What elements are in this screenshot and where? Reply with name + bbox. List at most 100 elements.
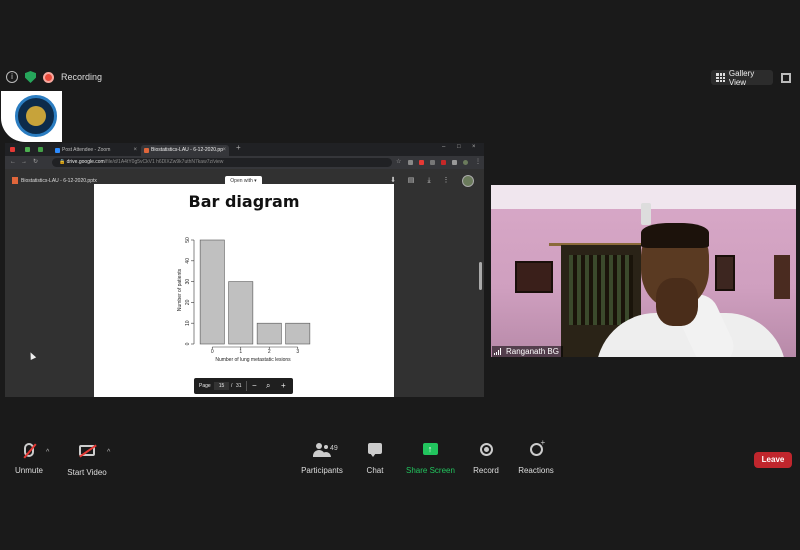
y-axis-label: Number of patients [177,268,183,311]
extension-icon[interactable] [419,160,424,165]
unmute-button[interactable]: Unmute [10,440,48,475]
url-path: /file/d/1A4tY0g5vCkV1 h6DlXZw9k7uthN7kaw… [104,159,224,165]
recording-label: Recording [61,72,103,82]
extension-icon[interactable] [408,160,413,165]
user-avatar[interactable] [462,175,474,187]
extension-icon[interactable] [452,160,457,165]
participants-button[interactable]: 49 Participants [300,440,344,475]
x-tick-label: 3 [296,349,299,355]
file-title: Biostatistics-LAU - 6-12-2020.pptx [12,177,97,184]
extension-icon[interactable] [430,160,435,165]
y-tick-label: 20 [185,299,191,305]
scrollbar-thumb[interactable] [479,262,482,290]
bar-1 [228,281,254,345]
zoom-in-icon[interactable]: + [281,378,286,394]
y-tick-label: 10 [185,320,191,326]
start-video-label: Start Video [67,468,107,477]
zoom-out-icon[interactable]: − [252,378,257,394]
participants-label: Participants [301,466,343,475]
unmute-label: Unmute [14,466,43,475]
y-tick-label: 30 [185,279,191,285]
gallery-view-button[interactable]: Gallery View [711,68,773,87]
reactions-icon [529,438,545,456]
bar-2 [256,322,282,345]
tab-label: Biostatistics-LAU - 6-12-2020.pp [151,147,223,153]
start-video-button[interactable]: Start Video [64,440,110,477]
window-close-icon[interactable]: × [472,144,476,151]
tab-label: Post Attendee - Zoom [62,147,111,153]
url-domain: drive.google.com [66,159,105,165]
apps-icon[interactable] [25,147,30,152]
maximize-icon[interactable]: □ [457,144,461,151]
mouse-cursor-icon [27,351,37,360]
page-navigation: Page 15 / 31 − ⌕ + [194,378,293,394]
download-icon[interactable]: ⤓ [425,177,433,185]
participants-count: 49 [330,445,338,452]
chart-bars [199,239,311,345]
participant-hand [656,278,698,326]
gallery-view-label: Gallery View [728,68,755,87]
close-icon[interactable]: × [133,145,137,156]
url-field[interactable]: 🔒 drive.google.com/file/d/1A4tY0g5vCkV1 … [52,158,392,167]
tab-biostatistics[interactable]: Biostatistics-LAU - 6-12-2020.pp × [141,145,229,156]
back-icon[interactable]: ← [10,159,16,166]
extension-icon[interactable] [441,160,446,165]
new-tab-icon[interactable]: + [236,144,241,152]
meeting-top-bar: i Recording Gallery View [0,68,800,88]
page-number-input[interactable]: 15 [214,382,229,390]
audio-options-chevron-up-icon[interactable]: ^ [46,449,49,456]
pager-divider [246,381,247,391]
recording-status: i Recording [6,71,102,83]
x-tick-label: 2 [268,349,271,355]
chat-button[interactable]: Chat [360,440,390,475]
tab-post-attendee[interactable]: Post Attendee - Zoom × [52,145,140,156]
record-icon [479,443,493,456]
reload-icon[interactable]: ↻ [33,159,38,166]
y-tick-label: 0 [185,342,191,345]
logo-seal [15,95,57,137]
minimize-icon[interactable]: – [442,144,445,151]
participant-figure [596,223,786,357]
reactions-button[interactable]: Reactions [516,438,556,475]
page-separator: / [231,383,233,389]
chat-label: Chat [366,466,384,475]
profile-icon[interactable] [463,160,468,165]
browser-address-bar: ← → ↻ 🔒 drive.google.com/file/d/1A4tY0g5… [5,156,484,169]
participant-video[interactable] [491,185,796,357]
bookmark-star-icon[interactable]: ☆ [396,159,401,166]
participants-icon [313,443,331,457]
menu-icon[interactable]: ⋮ [475,159,481,166]
info-icon[interactable]: i [6,71,18,83]
x-axis-label: Number of lung metastatic lesions [215,357,291,363]
slides-favicon-icon [144,148,149,153]
record-button[interactable]: Record [470,440,502,475]
recording-icon [43,71,54,83]
video-options-chevron-up-icon[interactable]: ^ [107,449,110,456]
y-tick-label: 40 [185,258,191,264]
leave-button[interactable]: Leave [754,452,792,468]
meeting-toolbar: Unmute ^ Start Video ^ 49 Participants C… [0,438,800,480]
logo-emblem [26,106,46,126]
y-tick-label: 50 [185,237,191,243]
share-screen-button[interactable]: ↑ Share Screen [406,440,455,475]
close-icon[interactable]: × [222,145,226,156]
comment-icon[interactable]: ▤ [407,177,415,185]
browser-tab-bar: Post Attendee - Zoom × Biostatistics-LAU… [5,143,484,156]
grid-icon [716,73,725,82]
sheets-icon[interactable] [38,147,43,152]
video-off-icon [79,445,95,456]
share-screen-icon: ↑ [422,443,438,455]
video-wall-picture [515,261,553,293]
zoom-icon[interactable]: ⌕ [266,378,270,394]
forward-icon[interactable]: → [21,159,27,166]
reactions-label: Reactions [518,466,554,475]
shield-icon[interactable] [25,71,36,83]
zoom-favicon-icon [55,148,60,153]
institution-logo [1,91,62,142]
more-options-icon[interactable]: ⋮ [442,177,450,185]
chat-icon [368,443,382,457]
youtube-icon[interactable] [10,147,15,152]
x-tick-label: 0 [211,349,214,355]
fullscreen-icon[interactable] [781,73,791,83]
x-tick-label: 1 [239,349,242,355]
